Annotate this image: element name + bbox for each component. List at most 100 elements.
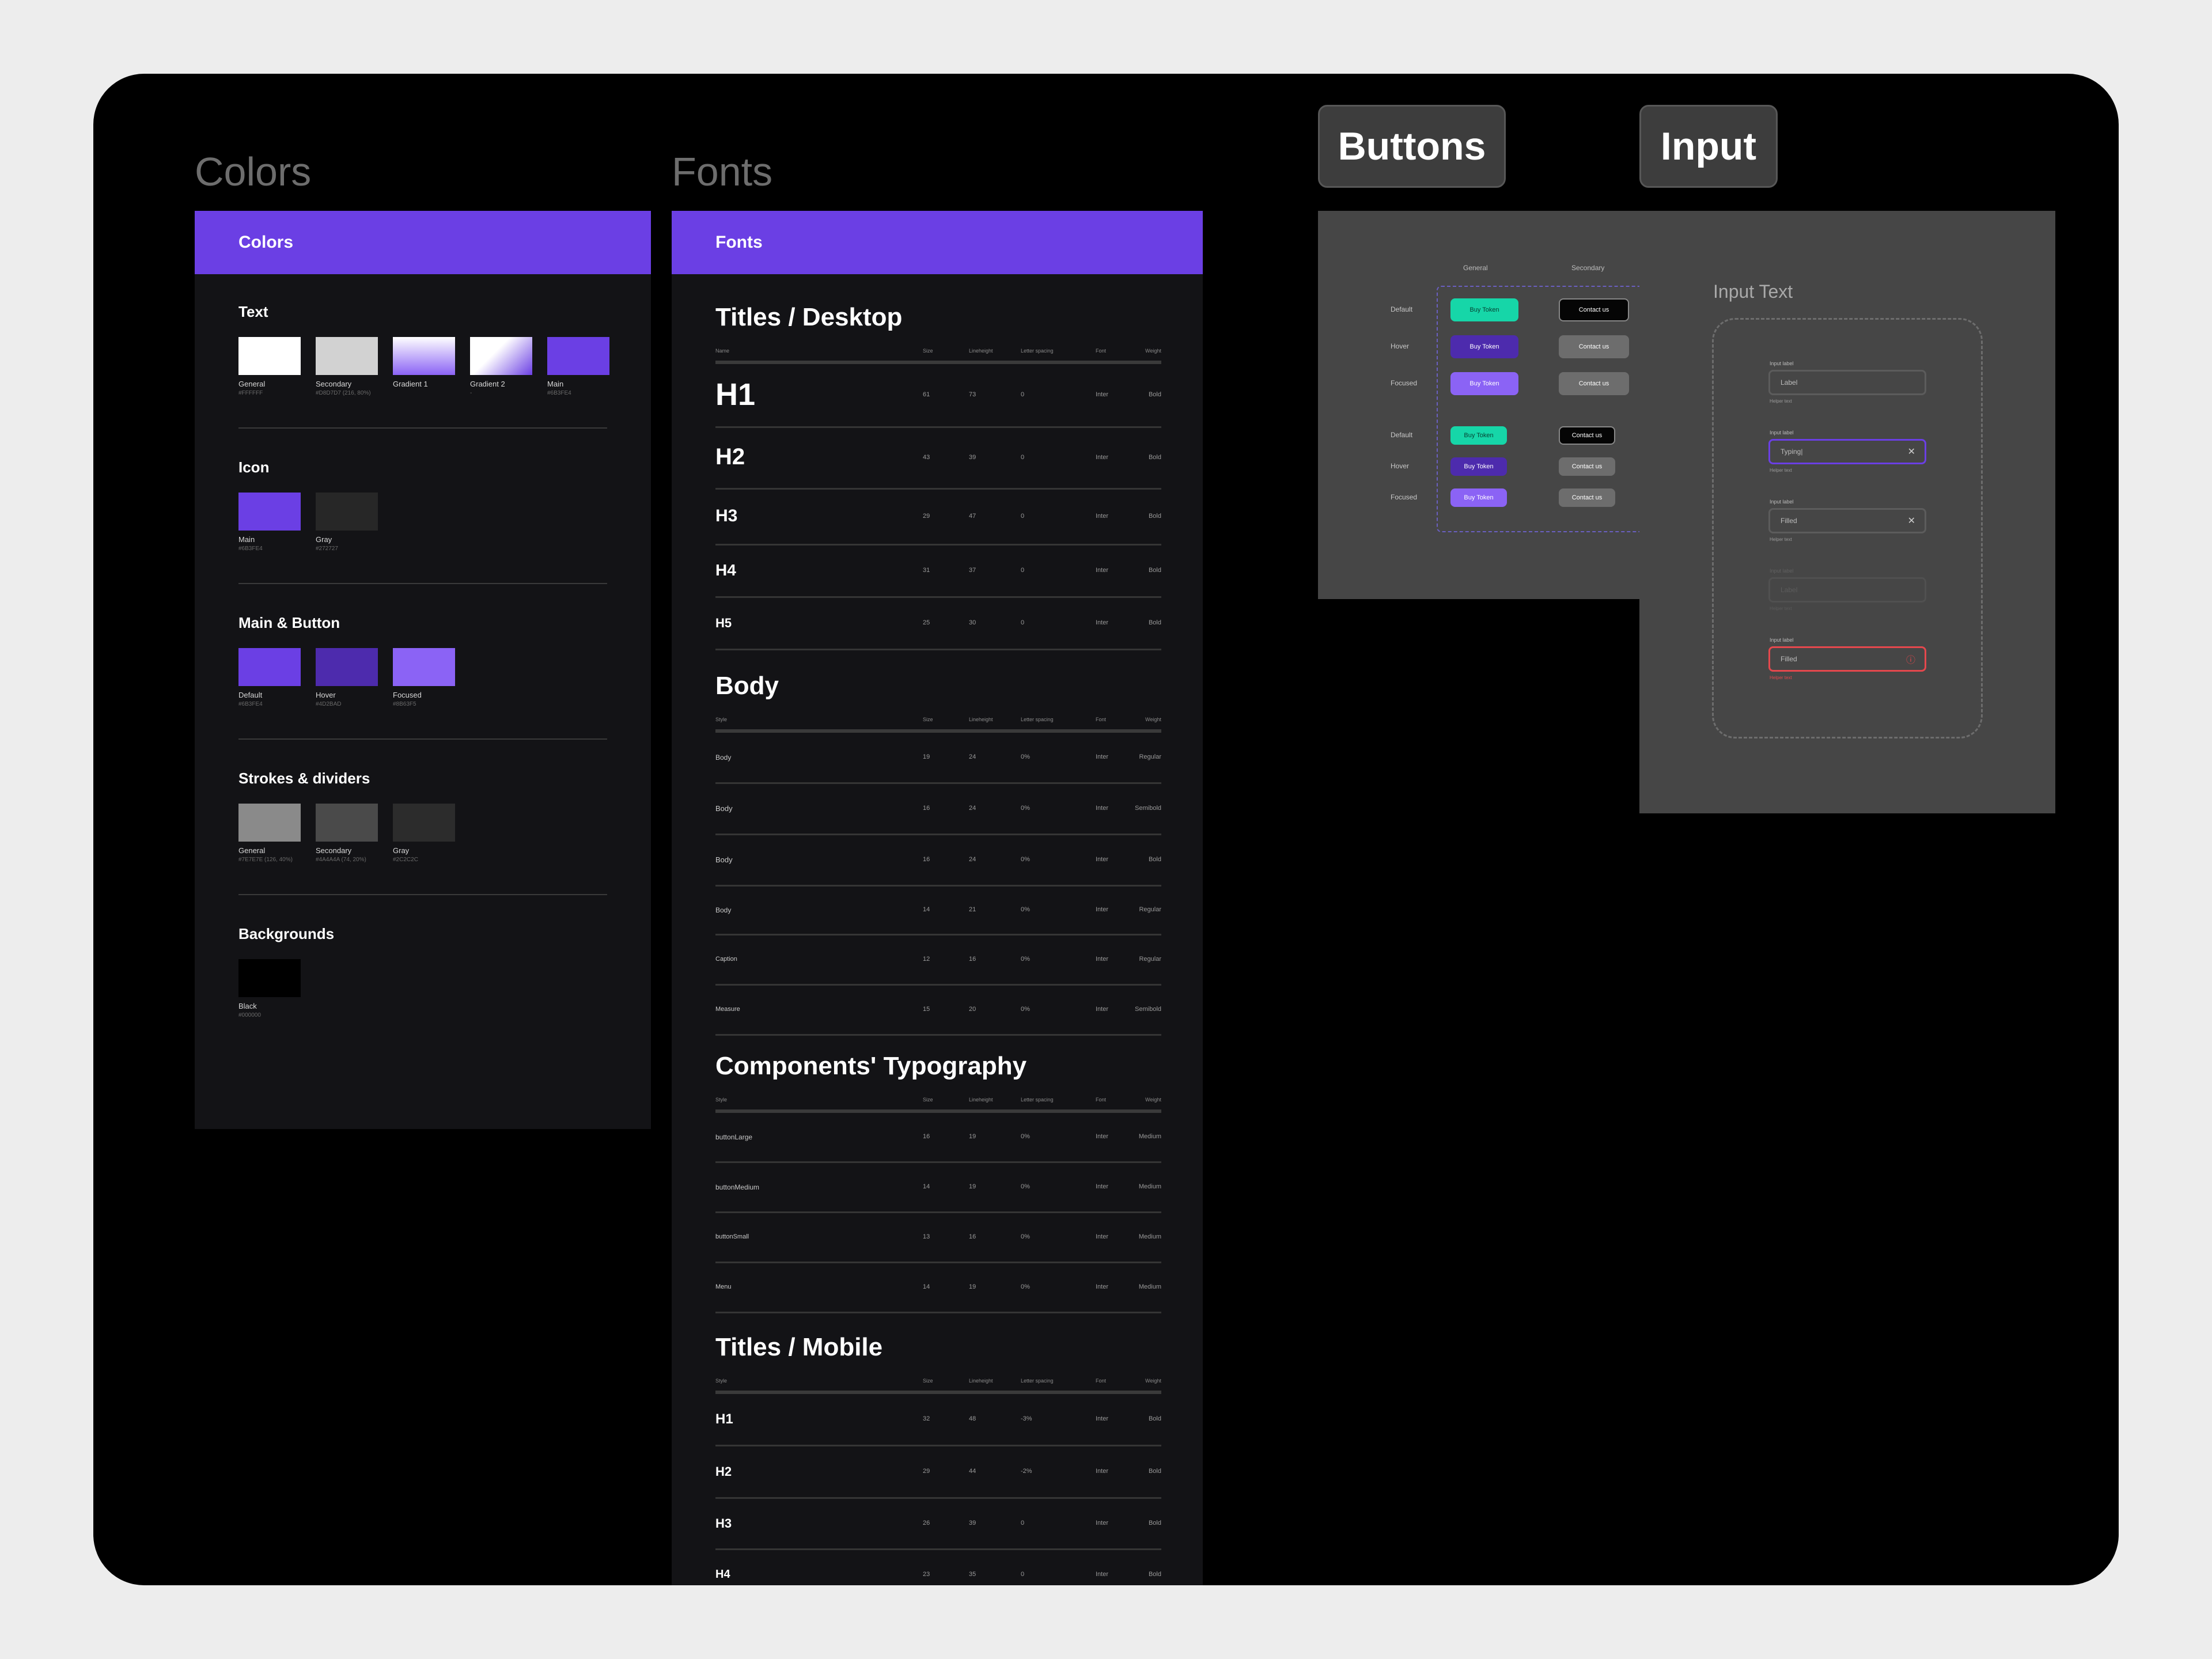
font-spec-font: Inter [1096, 856, 1109, 863]
font-style-name: H5 [715, 615, 732, 630]
font-table-column-header: Lineheight [969, 1097, 993, 1103]
font-spec-font: Inter [1096, 805, 1109, 812]
input-helper-text: Helper text [1770, 537, 1792, 542]
font-spec-size: 29 [923, 513, 930, 520]
color-swatch[interactable]: Main #6B3FE4 [547, 337, 609, 396]
input-error-field[interactable]: Filled ⓘ [1768, 646, 1926, 672]
font-spec-lh: 19 [969, 1283, 976, 1290]
color-swatch-name: Default [238, 691, 263, 699]
font-spec-font: Inter [1096, 619, 1109, 626]
color-group: Icon Main #6B3FE4 Gray #272727 [238, 459, 607, 552]
font-table-row: Body 14 21 0% Inter Regular [715, 887, 1161, 935]
font-spec-weight: Semibold [1135, 805, 1161, 812]
font-style-name: Menu [715, 1283, 732, 1291]
color-swatch-box [238, 493, 301, 531]
input-filled-field[interactable]: Filled ✕ [1768, 508, 1926, 533]
font-spec-weight: Bold [1148, 1571, 1161, 1578]
font-spec-ls: 0% [1021, 956, 1030, 963]
color-swatch[interactable]: Main #6B3FE4 [238, 493, 301, 552]
font-table-column-header: Size [923, 1097, 933, 1103]
color-swatch-hex: #272727 [316, 546, 338, 552]
color-swatch[interactable]: Gradient 2 - [470, 337, 532, 396]
color-swatch-name: Focused [393, 691, 422, 699]
font-table-header: Style Size Lineheight Letter spacing Font Wei… [715, 1378, 1161, 1394]
color-swatch[interactable]: Gradient 1 [393, 337, 455, 396]
buttons-section-chip[interactable]: Buttons [1318, 105, 1506, 188]
color-swatch-box [238, 648, 301, 686]
font-spec-lh: 44 [969, 1468, 976, 1475]
color-swatch-box [238, 959, 301, 997]
contact-us-button[interactable]: Contact us [1559, 457, 1615, 476]
color-swatch-hex: #7E7E7E (126, 40%) [238, 857, 293, 863]
color-swatch-hex: #6B3FE4 [238, 546, 263, 552]
font-spec-weight: Regular [1139, 906, 1161, 913]
font-spec-font: Inter [1096, 956, 1109, 963]
font-spec-size: 13 [923, 1233, 930, 1240]
font-spec-font: Inter [1096, 1183, 1109, 1190]
font-spec-weight: Medium [1138, 1183, 1161, 1190]
font-section-title: Titles / Desktop [715, 303, 903, 331]
font-spec-weight: Medium [1138, 1283, 1161, 1290]
font-spec-ls: 0% [1021, 856, 1030, 863]
font-spec-ls: 0 [1021, 454, 1025, 461]
font-table-row: Measure 15 20 0% Inter Semibold [715, 986, 1161, 1036]
font-style-name: Caption [715, 956, 737, 963]
color-swatch-hex: #2C2C2C [393, 857, 418, 863]
color-swatch-name: Hover [316, 691, 336, 699]
color-swatch-name: Secondary [316, 380, 352, 388]
font-section-title: Body [715, 672, 779, 700]
font-spec-lh: 24 [969, 805, 976, 812]
font-table-column-header: Font [1096, 348, 1107, 354]
font-spec-lh: 73 [969, 391, 976, 398]
color-swatch[interactable]: Focused #8B63F5 [393, 648, 455, 707]
font-spec-weight: Semibold [1135, 1006, 1161, 1013]
font-section: Body Style Size Lineheight Letter spacing Fon… [715, 672, 1161, 1036]
contact-us-button[interactable]: Contact us [1559, 335, 1629, 358]
color-swatch-box [393, 337, 455, 375]
buy-token-button[interactable]: Buy Token [1450, 298, 1518, 321]
font-spec-font: Inter [1096, 1520, 1109, 1527]
contact-us-button[interactable]: Contact us [1559, 372, 1629, 395]
font-table-column-header: Size [923, 717, 933, 722]
font-spec-size: 14 [923, 1283, 930, 1290]
color-swatch[interactable]: General #7E7E7E (126, 40%) [238, 804, 301, 863]
clear-icon[interactable]: ✕ [1908, 515, 1915, 527]
buy-token-button[interactable]: Buy Token [1450, 488, 1507, 507]
font-spec-size: 12 [923, 956, 930, 963]
contact-us-button[interactable]: Contact us [1559, 488, 1615, 507]
contact-us-button[interactable]: Contact us [1559, 298, 1629, 321]
font-spec-font: Inter [1096, 906, 1109, 913]
color-swatch-hex: - [470, 390, 472, 396]
font-spec-ls: 0% [1021, 1006, 1030, 1013]
clear-icon[interactable]: ✕ [1908, 446, 1915, 457]
font-spec-font: Inter [1096, 1571, 1109, 1578]
font-spec-font: Inter [1096, 567, 1109, 574]
color-swatch[interactable]: Default #6B3FE4 [238, 648, 301, 707]
color-group-title: Strokes & dividers [238, 770, 370, 787]
buy-token-button[interactable]: Buy Token [1450, 426, 1507, 445]
font-table-row: Body 16 24 0% Inter Bold [715, 835, 1161, 887]
input-focused-field[interactable]: Typing| ✕ [1768, 439, 1926, 464]
color-swatch[interactable]: Black #000000 [238, 959, 301, 1018]
font-spec-font: Inter [1096, 753, 1109, 760]
buy-token-button[interactable]: Buy Token [1450, 372, 1518, 395]
color-swatch[interactable]: Hover #4D2BAD [316, 648, 378, 707]
buy-token-button[interactable]: Buy Token [1450, 335, 1518, 358]
input-default-field[interactable]: Label [1768, 370, 1926, 395]
color-group-divider [238, 894, 607, 895]
font-spec-font: Inter [1096, 1006, 1109, 1013]
color-swatch[interactable]: Gray #2C2C2C [393, 804, 455, 863]
buy-token-button[interactable]: Buy Token [1450, 457, 1507, 476]
color-swatch[interactable]: Secondary #4A4A4A (74, 20%) [316, 804, 378, 863]
input-section-chip[interactable]: Input [1639, 105, 1778, 188]
secondary-column-header: Secondary [1571, 264, 1605, 272]
color-swatch-box [238, 337, 301, 375]
color-swatch[interactable]: Gray #272727 [316, 493, 378, 552]
font-table-row: H1 32 48 -3% Inter Bold [715, 1394, 1161, 1446]
color-swatch-name: Gradient 1 [393, 380, 428, 388]
color-swatch[interactable]: General #FFFFFF [238, 337, 301, 396]
fonts-frame-header: Fonts [672, 211, 1203, 274]
contact-us-button[interactable]: Contact us [1559, 426, 1615, 445]
color-swatch[interactable]: Secondary #D8D7D7 (216, 80%) [316, 337, 378, 396]
font-spec-weight: Regular [1139, 956, 1161, 963]
